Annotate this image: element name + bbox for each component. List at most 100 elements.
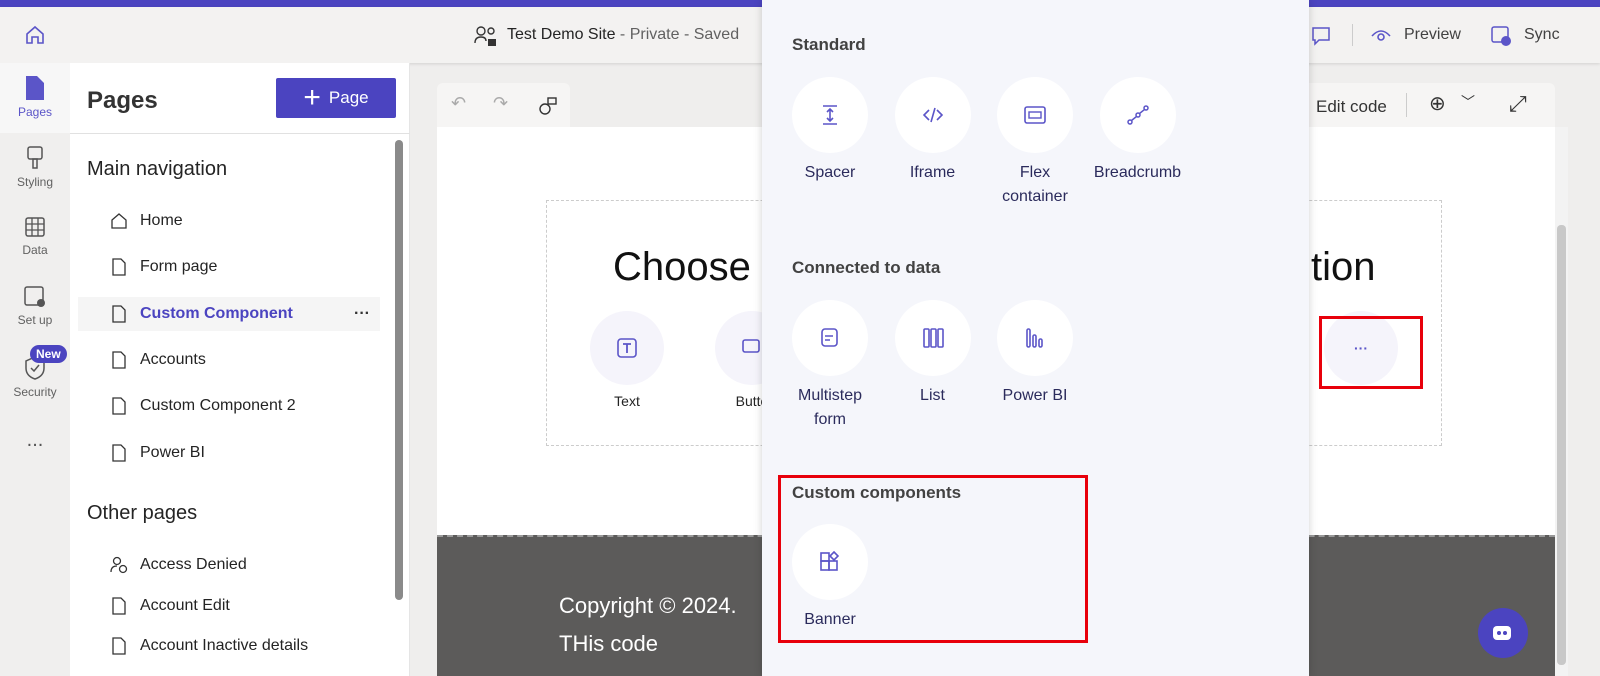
page-icon xyxy=(112,397,126,415)
form-icon xyxy=(821,328,838,347)
nav-item-label: Accounts xyxy=(140,350,206,368)
nav-item-account-inactive-details[interactable]: Account Inactive details xyxy=(78,629,380,663)
rail-item-setup[interactable]: Set up xyxy=(0,273,70,343)
canvas-scrollbar[interactable] xyxy=(1555,127,1568,676)
component-label: Spacer xyxy=(804,164,856,181)
nav-item-accounts[interactable]: Accounts xyxy=(78,343,380,377)
rail-item-styling[interactable]: Styling xyxy=(0,133,70,203)
divider xyxy=(70,133,410,134)
comment-icon[interactable] xyxy=(1310,25,1332,47)
nav-item-access-denied[interactable]: Access Denied xyxy=(78,548,380,582)
rail-item-security[interactable]: Security New xyxy=(0,343,70,413)
footer-copyright: Copyright © 2024. xyxy=(559,593,737,618)
component-label: List xyxy=(920,387,945,404)
page-icon xyxy=(112,304,126,323)
table-icon xyxy=(25,217,45,237)
section-heading: Choose a xyxy=(613,245,785,289)
pages-panel: Pages + Page Main navigation Home Form pag… xyxy=(70,63,410,676)
left-rail: Pages Styling Data Set up Security New .… xyxy=(0,63,70,676)
component-list[interactable]: List xyxy=(883,300,983,408)
component-breadcrumb[interactable]: Breadcrumb xyxy=(1088,77,1188,185)
powerbi-icon xyxy=(1026,328,1043,348)
component-power-bi[interactable]: Power BI xyxy=(985,300,1085,408)
nav-item-account-edit[interactable]: Account Edit xyxy=(78,589,380,623)
page-icon xyxy=(26,76,44,100)
canvas-toolbar-right: Edit code ⊕ ﹀ ⤢ xyxy=(1309,83,1555,127)
spacer-icon xyxy=(823,105,837,125)
text-component-button[interactable]: Text xyxy=(587,311,667,409)
nav-item-label: Form page xyxy=(140,258,218,276)
redo-icon[interactable]: ↷ xyxy=(493,93,508,114)
sync-icon xyxy=(1491,26,1511,46)
site-visibility-icon xyxy=(474,26,496,46)
component-spacer[interactable]: Spacer xyxy=(780,77,880,185)
nav-item-custom-component-2[interactable]: Custom Component 2 xyxy=(78,389,380,423)
page-icon xyxy=(112,258,126,276)
component-label: Multistep form xyxy=(797,387,863,428)
setup-icon xyxy=(24,286,45,307)
nav-item-label: Account Inactive details xyxy=(140,637,309,654)
nav-item-label: Home xyxy=(140,212,183,229)
add-page-label: Page xyxy=(328,88,369,107)
rail-item-data[interactable]: Data xyxy=(0,203,70,273)
more-options-button[interactable]: ··· xyxy=(354,305,370,323)
rail-label: Data xyxy=(22,243,48,257)
list-icon xyxy=(922,328,944,348)
undo-icon[interactable]: ↶ xyxy=(451,93,466,114)
rail-item-pages[interactable]: Pages xyxy=(0,63,70,133)
component-label: Text xyxy=(614,393,640,409)
rail-label: Set up xyxy=(17,313,53,327)
comments-toggle-icon[interactable] xyxy=(537,95,559,117)
nav-item-label: Access Denied xyxy=(140,556,247,573)
chevron-down-icon[interactable]: ﹀ xyxy=(1461,92,1475,112)
nav-item-custom-component[interactable]: Custom Component ··· xyxy=(78,296,380,331)
nav-item-label: Custom Component 2 xyxy=(140,397,296,415)
plus-icon: + xyxy=(303,81,321,114)
rail-label: Security xyxy=(13,385,57,399)
nav-item-power-bi[interactable]: Power BI xyxy=(78,436,380,470)
eye-icon xyxy=(1371,30,1391,41)
component-iframe[interactable]: Iframe xyxy=(883,77,983,185)
section-heading-end: tion xyxy=(1311,245,1376,289)
bot-icon xyxy=(1493,626,1511,640)
nav-item-label: Account Edit xyxy=(140,596,230,614)
component-label: Breadcrumb xyxy=(1093,164,1182,181)
divider xyxy=(1406,93,1407,117)
component-multistep-form[interactable]: Multistep form xyxy=(780,300,880,432)
nav-item-home[interactable]: Home xyxy=(78,204,380,238)
flex-container-icon xyxy=(1024,106,1046,124)
edit-code-button[interactable]: Edit code xyxy=(1316,97,1387,117)
page-icon xyxy=(112,443,126,462)
page-icon xyxy=(112,637,126,655)
highlight-custom-components xyxy=(778,475,1088,643)
rail-label: Pages xyxy=(17,105,53,119)
sync-button[interactable]: Sync xyxy=(1490,19,1560,51)
component-label: Iframe xyxy=(909,164,956,181)
add-page-button[interactable]: + Page xyxy=(276,78,396,118)
main-navigation-title: Main navigation xyxy=(87,158,228,180)
zoom-in-icon[interactable]: ⊕ xyxy=(1429,91,1446,116)
highlight-more-button xyxy=(1319,316,1423,389)
copilot-bot-button[interactable] xyxy=(1478,608,1528,658)
text-icon xyxy=(590,311,664,385)
standard-section-title: Standard xyxy=(792,35,866,54)
nav-item-label: Power BI xyxy=(140,443,205,461)
site-name: Test Demo Site xyxy=(507,26,616,43)
nav-item-form-page[interactable]: Form page xyxy=(78,250,380,284)
rail-more-button[interactable]: ... xyxy=(0,429,70,499)
canvas-toolbar-left: ↶ ↷ xyxy=(437,83,570,127)
site-status: - Private - Saved xyxy=(615,26,740,43)
component-flex-container[interactable]: Flex container xyxy=(985,77,1085,209)
preview-button[interactable]: Preview xyxy=(1370,19,1461,51)
home-icon[interactable] xyxy=(24,24,46,46)
pages-scrollbar[interactable] xyxy=(395,140,403,600)
divider xyxy=(1352,24,1353,46)
rail-label: Styling xyxy=(16,175,54,189)
nav-item-label: Custom Component xyxy=(140,304,293,322)
panel-title: Pages xyxy=(87,87,158,114)
breadcrumb-icon xyxy=(1126,105,1149,125)
preview-label: Preview xyxy=(1404,26,1461,43)
page-icon xyxy=(112,351,126,369)
expand-icon[interactable]: ⤢ xyxy=(1509,91,1527,117)
home-icon xyxy=(111,213,127,229)
